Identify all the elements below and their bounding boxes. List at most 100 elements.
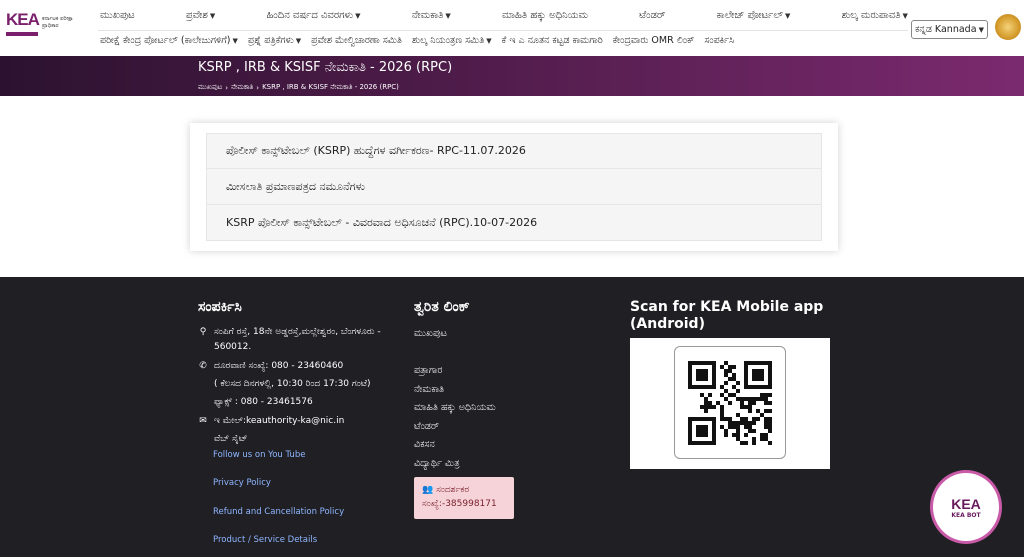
- document-list-card: ಪೊಲೀಸ್ ಕಾನ್ಸ್‌ಟೇಬಲ್ (KSRP) ಹುದ್ದೆಗಳ ವರ್ಗ…: [190, 123, 838, 251]
- kea-logo-letters: KEA: [6, 10, 40, 29]
- users-icon: 👥: [422, 485, 434, 495]
- refund-policy-link[interactable]: Refund and Cancellation Policy: [213, 507, 398, 535]
- quick-link-home[interactable]: ಮುಖಪುಟ: [414, 325, 614, 344]
- list-item-ksrp-classification[interactable]: ಪೊಲೀಸ್ ಕಾನ್ಸ್‌ಟೇಬಲ್ (KSRP) ಹುದ್ದೆಗಳ ವರ್ಗ…: [206, 133, 822, 169]
- quick-link-vikasana[interactable]: ವಿಕಸನ: [414, 436, 614, 455]
- chevron-right-icon: ›: [225, 83, 229, 92]
- nav2-item-label: ಕೆ ಇ ಎ ನೂತನ ಕಟ್ಟಡ ಕಾಮಗಾರಿ: [501, 35, 603, 46]
- nav1-item-4[interactable]: ಮಾಹಿತಿ ಹಕ್ಕು ಅಧಿನಿಯಮ: [502, 10, 588, 21]
- footer-address: ಸಂಪಿಗೆ ರಸ್ತೆ, 18ನೇ ಅಡ್ಡರಸ್ತೆ,ಮಲ್ಲೇಶ್ವರಂ,…: [214, 327, 381, 352]
- language-select[interactable]: ಕನ್ನಡ Kannada ▼: [911, 20, 988, 39]
- nav1-item-label: ಟೆಂಡರ್: [639, 10, 666, 21]
- nav1-item-3[interactable]: ನೇಮಕಾತಿ ▼: [412, 10, 451, 21]
- list-item-ksrp-notification[interactable]: KSRP ಪೊಲೀಸ್ ಕಾನ್ಸ್‌ಟೇಬಲ್ - ವಿವರವಾದ ಅಧಿಸೂ…: [206, 205, 822, 241]
- nav2-item-0[interactable]: ಪರೀಕ್ಷೆ ಕೇಂದ್ರ ಪೋರ್ಟಲ್ (ಕಾಲೇಜುಗಳಿಗೆ) ▼: [100, 35, 238, 46]
- main-nav-row-1: ಮುಖಪುಟ ಪ್ರವೇಶ ▼ ಹಿಂದಿನ ವರ್ಷದ ವಿವರಗಳು ▼ ನೇಮಕಾತ…: [100, 10, 908, 21]
- quick-link-vidyarthi-mitra[interactable]: ವಿದ್ಯಾರ್ಥಿ ಮಿತ್ರ: [414, 455, 614, 474]
- nav2-item-label: ಪರೀಕ್ಷೆ ಕೇಂದ್ರ ಪೋರ್ಟಲ್ (ಕಾಲೇಜುಗಳಿಗೆ): [100, 35, 231, 46]
- nav1-item-6[interactable]: ಕಾಲೇಜ್ ಪೋರ್ಟಲ್ ▼: [717, 10, 791, 21]
- footer-email[interactable]: ಇ ಮೇಲ್:keauthority-ka@nic.in: [214, 414, 344, 429]
- chevron-right-icon: ›: [256, 83, 260, 92]
- visitor-counter: 👥 ಸಂದರ್ಶಕರ ಸಂಖ್ಯೆ:-385998171: [414, 477, 514, 519]
- nav2-item-label: ಸಂಪರ್ಕಿಸಿ: [704, 35, 735, 46]
- footer-app: Scan for KEA Mobile app (Android): [630, 299, 830, 343]
- chevron-down-icon: ▼: [295, 36, 302, 45]
- nav2-item-2[interactable]: ಪ್ರವೇಶ ಮೇಲ್ವಿಚಾರಣಾ ಸಮಿತಿ: [311, 35, 402, 46]
- footer-fax: ಫ್ಯಾಕ್ಸ್ : 080 - 23461576: [214, 397, 313, 407]
- nav2-item-4[interactable]: ಕೆ ಇ ಎ ನೂತನ ಕಟ್ಟಡ ಕಾಮಗಾರಿ: [502, 35, 603, 46]
- kea-logo[interactable]: KEA ಕರ್ನಾಟಕ ಪರೀಕ್ಷಾ ಪ್ರಾಧಿಕಾರ: [6, 10, 90, 36]
- footer-quick-links-heading: ತ್ವರಿತ ಲಿಂಕ್: [414, 299, 470, 315]
- site-header: KEA ಕರ್ನಾಟಕ ಪರೀಕ್ಷಾ ಪ್ರಾಧಿಕಾರ ಮುಖಪುಟ ಪ್ರವ…: [0, 0, 1024, 56]
- chevron-down-icon: ▼: [355, 11, 361, 20]
- footer-phone: ದೂರವಾಣಿ ಸಂಖ್ಯೆ: 080 - 23460460: [214, 361, 344, 371]
- nav1-item-label: ಪ್ರವೇಶ: [185, 10, 208, 21]
- chevron-down-icon: ▼: [486, 36, 492, 45]
- footer-quick-links: ತ್ವರಿತ ಲಿಂಕ್ ಮುಖಪುಟ ಪತ್ರಾಗಾರ ನೇಮಕಾತಿ ಮಾಹ…: [414, 299, 614, 519]
- language-select-value: ಕನ್ನಡ Kannada: [915, 24, 977, 35]
- document-list: ಪೊಲೀಸ್ ಕಾನ್ಸ್‌ಟೇಬಲ್ (KSRP) ಹುದ್ದೆಗಳ ವರ್ಗ…: [206, 133, 822, 241]
- page-title: KSRP , IRB & KSISF ನೇಮಕಾತಿ - 2026 (RPC): [198, 60, 453, 75]
- nav2-item-6[interactable]: ಸಂಪರ್ಕಿಸಿ: [704, 35, 734, 46]
- nav1-item-label: ನೇಮಕಾತಿ: [411, 10, 444, 21]
- nav1-item-7[interactable]: ಶುಲ್ಕ ಮರುಪಾವತಿ ▼: [842, 10, 908, 21]
- chevron-down-icon: ▼: [445, 11, 451, 20]
- qr-code-icon: [688, 361, 772, 445]
- breadcrumb-home[interactable]: ಮುಖಪುಟ: [198, 83, 222, 92]
- list-item-reservation-forms[interactable]: ಮೀಸಲಾತಿ ಪ್ರಮಾಣಪತ್ರದ ನಮೂನೆಗಳು: [206, 169, 822, 205]
- nav1-item-1[interactable]: ಪ್ರವೇಶ ▼: [186, 10, 215, 21]
- nav2-item-label: ಶುಲ್ಕ ನಿಯಂತ್ರಣ ಸಮಿತಿ: [411, 35, 485, 46]
- nav1-item-0[interactable]: ಮುಖಪುಟ: [100, 10, 135, 21]
- footer-website-label: ವೆಬ್ ಸೈಟ್: [214, 434, 248, 444]
- nav1-item-label: ಶುಲ್ಕ ಮರುಪಾವತಿ: [841, 10, 901, 21]
- footer-app-heading: Scan for KEA Mobile app (Android): [630, 299, 824, 332]
- envelope-icon: ✉: [199, 416, 207, 426]
- qr-code-frame[interactable]: [674, 346, 786, 459]
- nav2-item-1[interactable]: ಪ್ರಶ್ನೆ ಪತ್ರಿಕೆಗಳು ▼: [248, 35, 301, 46]
- kea-bot-logo: KEA: [951, 495, 981, 512]
- quick-link-recruitment[interactable]: ನೇಮಕಾತಿ: [414, 381, 614, 400]
- main-nav-row-2: ಪರೀಕ್ಷೆ ಕೇಂದ್ರ ಪೋರ್ಟಲ್ (ಕಾಲೇಜುಗಳಿಗೆ) ▼ ಪ್ರ…: [100, 35, 734, 46]
- chevron-down-icon: ▼: [209, 11, 216, 20]
- privacy-policy-link[interactable]: Privacy Policy: [213, 478, 398, 507]
- quick-link-archive[interactable]: ಪತ್ರಾಗಾರ: [414, 362, 614, 381]
- kea-logo-subtitle: ಕರ್ನಾಟಕ ಪರೀಕ್ಷಾ ಪ್ರಾಧಿಕಾರ: [42, 16, 74, 29]
- quick-link-blank: [414, 344, 614, 363]
- product-service-link[interactable]: Product / Service Details: [213, 535, 398, 545]
- nav2-item-label: ಪ್ರವೇಶ ಮೇಲ್ವಿಚಾರಣಾ ಸಮಿತಿ: [311, 35, 402, 46]
- breadcrumb-current: KSRP , IRB & KSISF ನೇಮಕಾತಿ - 2026 (RPC): [262, 83, 399, 91]
- page-title-band: KSRP , IRB & KSISF ನೇಮಕಾತಿ - 2026 (RPC) …: [0, 56, 1024, 96]
- nav1-item-5[interactable]: ಟೆಂಡರ್: [639, 10, 665, 21]
- nav1-item-2[interactable]: ಹಿಂದಿನ ವರ್ಷದ ವಿವರಗಳು ▼: [266, 10, 360, 21]
- kea-logo-mark: KEA: [6, 10, 40, 36]
- footer-hours: ( ಕೆಲಸದ ದಿನಗಳಲ್ಲಿ, 10:30 ರಿಂದ 17:30 ಗಂಟೆ…: [214, 379, 371, 389]
- nav1-item-label: ಮಾಹಿತಿ ಹಕ್ಕು ಅಧಿನಿಯಮ: [502, 10, 588, 21]
- site-footer: ಸಂಪರ್ಕಿಸಿ ⚲ ಸಂಪಿಗೆ ರಸ್ತೆ, 18ನೇ ಅಡ್ಡರಸ್ತೆ…: [0, 277, 1024, 557]
- visitor-count: ಸಂಖ್ಯೆ:-385998171: [422, 499, 497, 509]
- footer-policy-links: Follow us on You Tube Privacy Policy Ref…: [198, 450, 398, 545]
- breadcrumb-recruitment[interactable]: ನೇಮಕಾತಿ: [231, 83, 253, 92]
- nav2-item-label: ಕೇಂದ್ರವಾರು OMR ಲಿಂಕ್: [612, 35, 695, 46]
- nav1-item-label: ಮುಖಪುಟ: [100, 10, 135, 21]
- nav2-item-5[interactable]: ಕೇಂದ್ರವಾರು OMR ಲಿಂಕ್: [613, 35, 695, 46]
- qr-code-panel: [630, 338, 830, 469]
- chevron-down-icon: ▼: [902, 11, 908, 20]
- visitor-label: ಸಂದರ್ಶಕರ: [436, 485, 470, 495]
- quick-link-rti[interactable]: ಮಾಹಿತಿ ಹಕ್ಕು ಅಧಿನಿಯಮ: [414, 399, 614, 418]
- chevron-down-icon: ▼: [232, 36, 238, 45]
- kea-bot-button[interactable]: KEA KEA BOT: [930, 470, 1002, 544]
- footer-contact: ಸಂಪರ್ಕಿಸಿ ⚲ ಸಂಪಿಗೆ ರಸ್ತೆ, 18ನೇ ಅಡ್ಡರಸ್ತೆ…: [198, 299, 398, 545]
- phone-icon: ✆: [199, 361, 207, 371]
- chevron-down-icon: ▼: [785, 11, 791, 20]
- karnataka-emblem-icon: [995, 14, 1021, 40]
- nav2-item-label: ಪ್ರಶ್ನೆ ಪತ್ರಿಕೆಗಳು: [247, 35, 294, 46]
- chevron-down-icon: ▼: [978, 25, 984, 34]
- youtube-link[interactable]: Follow us on You Tube: [213, 450, 398, 478]
- nav1-item-label: ಹಿಂದಿನ ವರ್ಷದ ವಿವರಗಳು: [266, 10, 354, 21]
- nav1-item-label: ಕಾಲೇಜ್ ಪೋರ್ಟಲ್: [716, 10, 784, 21]
- footer-contact-heading: ಸಂಪರ್ಕಿಸಿ: [198, 299, 242, 315]
- breadcrumb: ಮುಖಪುಟ › ನೇಮಕಾತಿ › KSRP , IRB & KSISF ನೇ…: [198, 83, 399, 92]
- location-pin-icon: ⚲: [199, 327, 207, 337]
- nav2-item-3[interactable]: ಶುಲ್ಕ ನಿಯಂತ್ರಣ ಸಮಿತಿ ▼: [412, 35, 492, 46]
- quick-link-tender[interactable]: ಟೆಂಡರ್: [414, 418, 614, 437]
